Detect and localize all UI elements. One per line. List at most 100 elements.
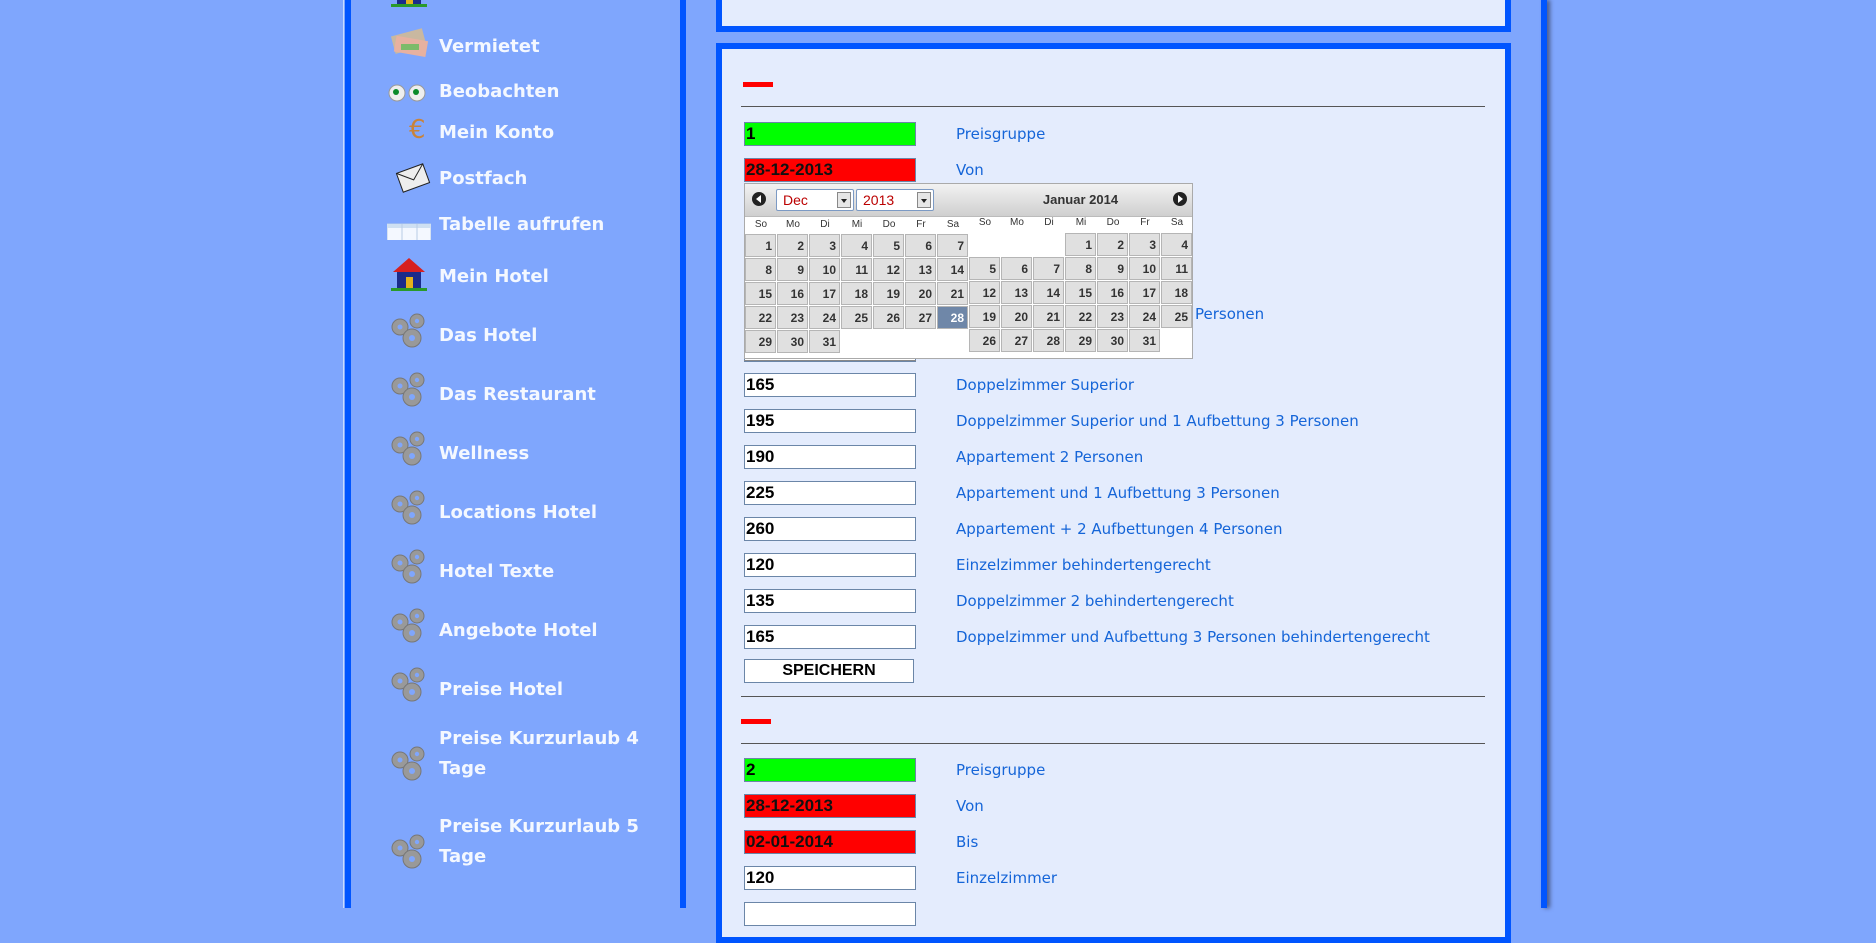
dec-day[interactable]: 15 — [745, 282, 776, 305]
sidebar-item-gemietet[interactable]: Gemietet — [387, 0, 639, 8]
save-button[interactable]: SPEICHERN — [744, 659, 914, 683]
dec-day[interactable]: 8 — [745, 258, 776, 281]
bis-date-input[interactable]: 02-01-2014 — [744, 830, 916, 854]
jan-day[interactable]: 22 — [1065, 305, 1096, 328]
dec-day[interactable]: 23 — [777, 306, 808, 329]
collapse-dash-icon[interactable] — [741, 719, 771, 724]
dec-day[interactable]: 11 — [841, 258, 872, 281]
price-input[interactable]: 165 — [744, 373, 916, 397]
collapse-dash-icon[interactable] — [743, 82, 773, 87]
dec-day[interactable]: 16 — [777, 282, 808, 305]
dec-day[interactable]: 10 — [809, 258, 840, 281]
dec-day[interactable]: 7 — [937, 234, 968, 257]
price-input[interactable]: 120 — [744, 866, 916, 890]
price-input[interactable]: 120 — [744, 553, 916, 577]
dec-day[interactable]: 2 — [777, 234, 808, 257]
price-input[interactable]: 225 — [744, 481, 916, 505]
sidebar-item-mein-konto[interactable]: € Mein Konto — [387, 108, 639, 148]
jan-day[interactable]: 1 — [1065, 233, 1096, 256]
dec-day[interactable]: 4 — [841, 234, 872, 257]
dec-day[interactable]: 22 — [745, 306, 776, 329]
dec-day[interactable]: 3 — [809, 234, 840, 257]
jan-day[interactable]: 9 — [1097, 257, 1128, 280]
dec-day[interactable]: 5 — [873, 234, 904, 257]
jan-day[interactable]: 8 — [1065, 257, 1096, 280]
jan-day[interactable]: 24 — [1129, 305, 1160, 328]
month-select[interactable]: Dec — [776, 189, 854, 211]
jan-day[interactable]: 21 — [1033, 305, 1064, 328]
sidebar-item-hotel-texte[interactable]: Hotel Texte — [387, 547, 639, 587]
next-month-icon[interactable] — [1173, 192, 1187, 206]
dec-day[interactable]: 26 — [873, 306, 904, 329]
sidebar-item-locations-hotel[interactable]: Locations Hotel — [387, 488, 639, 528]
jan-day[interactable]: 7 — [1033, 257, 1064, 280]
sidebar-item-beobachten[interactable]: Beobachten — [387, 67, 639, 107]
sidebar-item-preise-hotel[interactable]: Preise Hotel — [387, 665, 639, 705]
dec-day[interactable]: 30 — [777, 330, 808, 353]
jan-day[interactable]: 2 — [1097, 233, 1128, 256]
dec-day[interactable]: 18 — [841, 282, 872, 305]
sidebar-item-preise-kurzurlaub-5-tage[interactable]: Preise Kurzurlaub 5 Tage — [387, 812, 639, 872]
jan-day[interactable]: 27 — [1001, 329, 1032, 352]
year-select[interactable]: 2013 — [856, 189, 934, 211]
dec-day[interactable]: 28 — [937, 306, 968, 329]
dec-day[interactable]: 14 — [937, 258, 968, 281]
von-date-input[interactable]: 28-12-2013 — [744, 794, 916, 818]
dec-day[interactable]: 6 — [905, 234, 936, 257]
price-input[interactable] — [744, 902, 916, 926]
sidebar-item-angebote-hotel[interactable]: Angebote Hotel — [387, 606, 639, 646]
dec-day[interactable]: 29 — [745, 330, 776, 353]
dec-day[interactable]: 13 — [905, 258, 936, 281]
jan-day[interactable]: 5 — [969, 257, 1000, 280]
sidebar-item-tabelle-aufrufen[interactable]: Tabelle aufrufen — [386, 200, 639, 243]
preisgruppe-input[interactable]: 1 — [744, 122, 916, 146]
sidebar-item-wellness[interactable]: Wellness — [387, 429, 639, 469]
dec-day[interactable]: 31 — [809, 330, 840, 353]
dec-day[interactable]: 24 — [809, 306, 840, 329]
dec-day[interactable]: 17 — [809, 282, 840, 305]
dec-day[interactable]: 12 — [873, 258, 904, 281]
preisgruppe-input[interactable]: 2 — [744, 758, 916, 782]
price-input[interactable]: 135 — [744, 589, 916, 613]
jan-day[interactable]: 26 — [969, 329, 1000, 352]
dec-day[interactable]: 21 — [937, 282, 968, 305]
jan-day[interactable]: 28 — [1033, 329, 1064, 352]
jan-day[interactable]: 11 — [1161, 257, 1192, 280]
sidebar-item-das-restaurant[interactable]: Das Restaurant — [387, 370, 639, 410]
jan-day[interactable]: 18 — [1161, 281, 1192, 304]
dec-day[interactable]: 1 — [745, 234, 776, 257]
jan-day[interactable]: 14 — [1033, 281, 1064, 304]
von-date-input[interactable]: 28-12-2013 — [744, 158, 916, 182]
dec-day[interactable]: 19 — [873, 282, 904, 305]
jan-day[interactable]: 3 — [1129, 233, 1160, 256]
jan-day[interactable]: 30 — [1097, 329, 1128, 352]
jan-day[interactable]: 31 — [1129, 329, 1160, 352]
dec-day[interactable]: 27 — [905, 306, 936, 329]
jan-day[interactable]: 12 — [969, 281, 1000, 304]
prev-month-icon[interactable] — [752, 192, 766, 206]
jan-day[interactable]: 6 — [1001, 257, 1032, 280]
jan-day[interactable]: 4 — [1161, 233, 1192, 256]
jan-day[interactable]: 16 — [1097, 281, 1128, 304]
sidebar-item-mein-hotel[interactable]: Mein Hotel — [387, 252, 639, 292]
jan-day[interactable]: 29 — [1065, 329, 1096, 352]
jan-day[interactable]: 10 — [1129, 257, 1160, 280]
dec-day[interactable]: 9 — [777, 258, 808, 281]
dec-day[interactable]: 20 — [905, 282, 936, 305]
price-input[interactable]: 260 — [744, 517, 916, 541]
price-input[interactable]: 165 — [744, 625, 916, 649]
price-input[interactable]: 195 — [744, 409, 916, 433]
sidebar-item-das-hotel[interactable]: Das Hotel — [387, 311, 639, 351]
jan-day[interactable]: 19 — [969, 305, 1000, 328]
price-input[interactable]: 190 — [744, 445, 916, 469]
dec-day[interactable]: 25 — [841, 306, 872, 329]
jan-day[interactable]: 15 — [1065, 281, 1096, 304]
jan-day[interactable]: 17 — [1129, 281, 1160, 304]
jan-day[interactable]: 23 — [1097, 305, 1128, 328]
jan-day[interactable]: 13 — [1001, 281, 1032, 304]
jan-day[interactable]: 25 — [1161, 305, 1192, 328]
sidebar-item-vermietet[interactable]: Vermietet — [387, 22, 639, 62]
sidebar-item-postfach[interactable]: Postfach — [387, 154, 639, 194]
sidebar-item-preise-kurzurlaub-4-tage[interactable]: Preise Kurzurlaub 4 Tage — [387, 724, 639, 784]
jan-day[interactable]: 20 — [1001, 305, 1032, 328]
